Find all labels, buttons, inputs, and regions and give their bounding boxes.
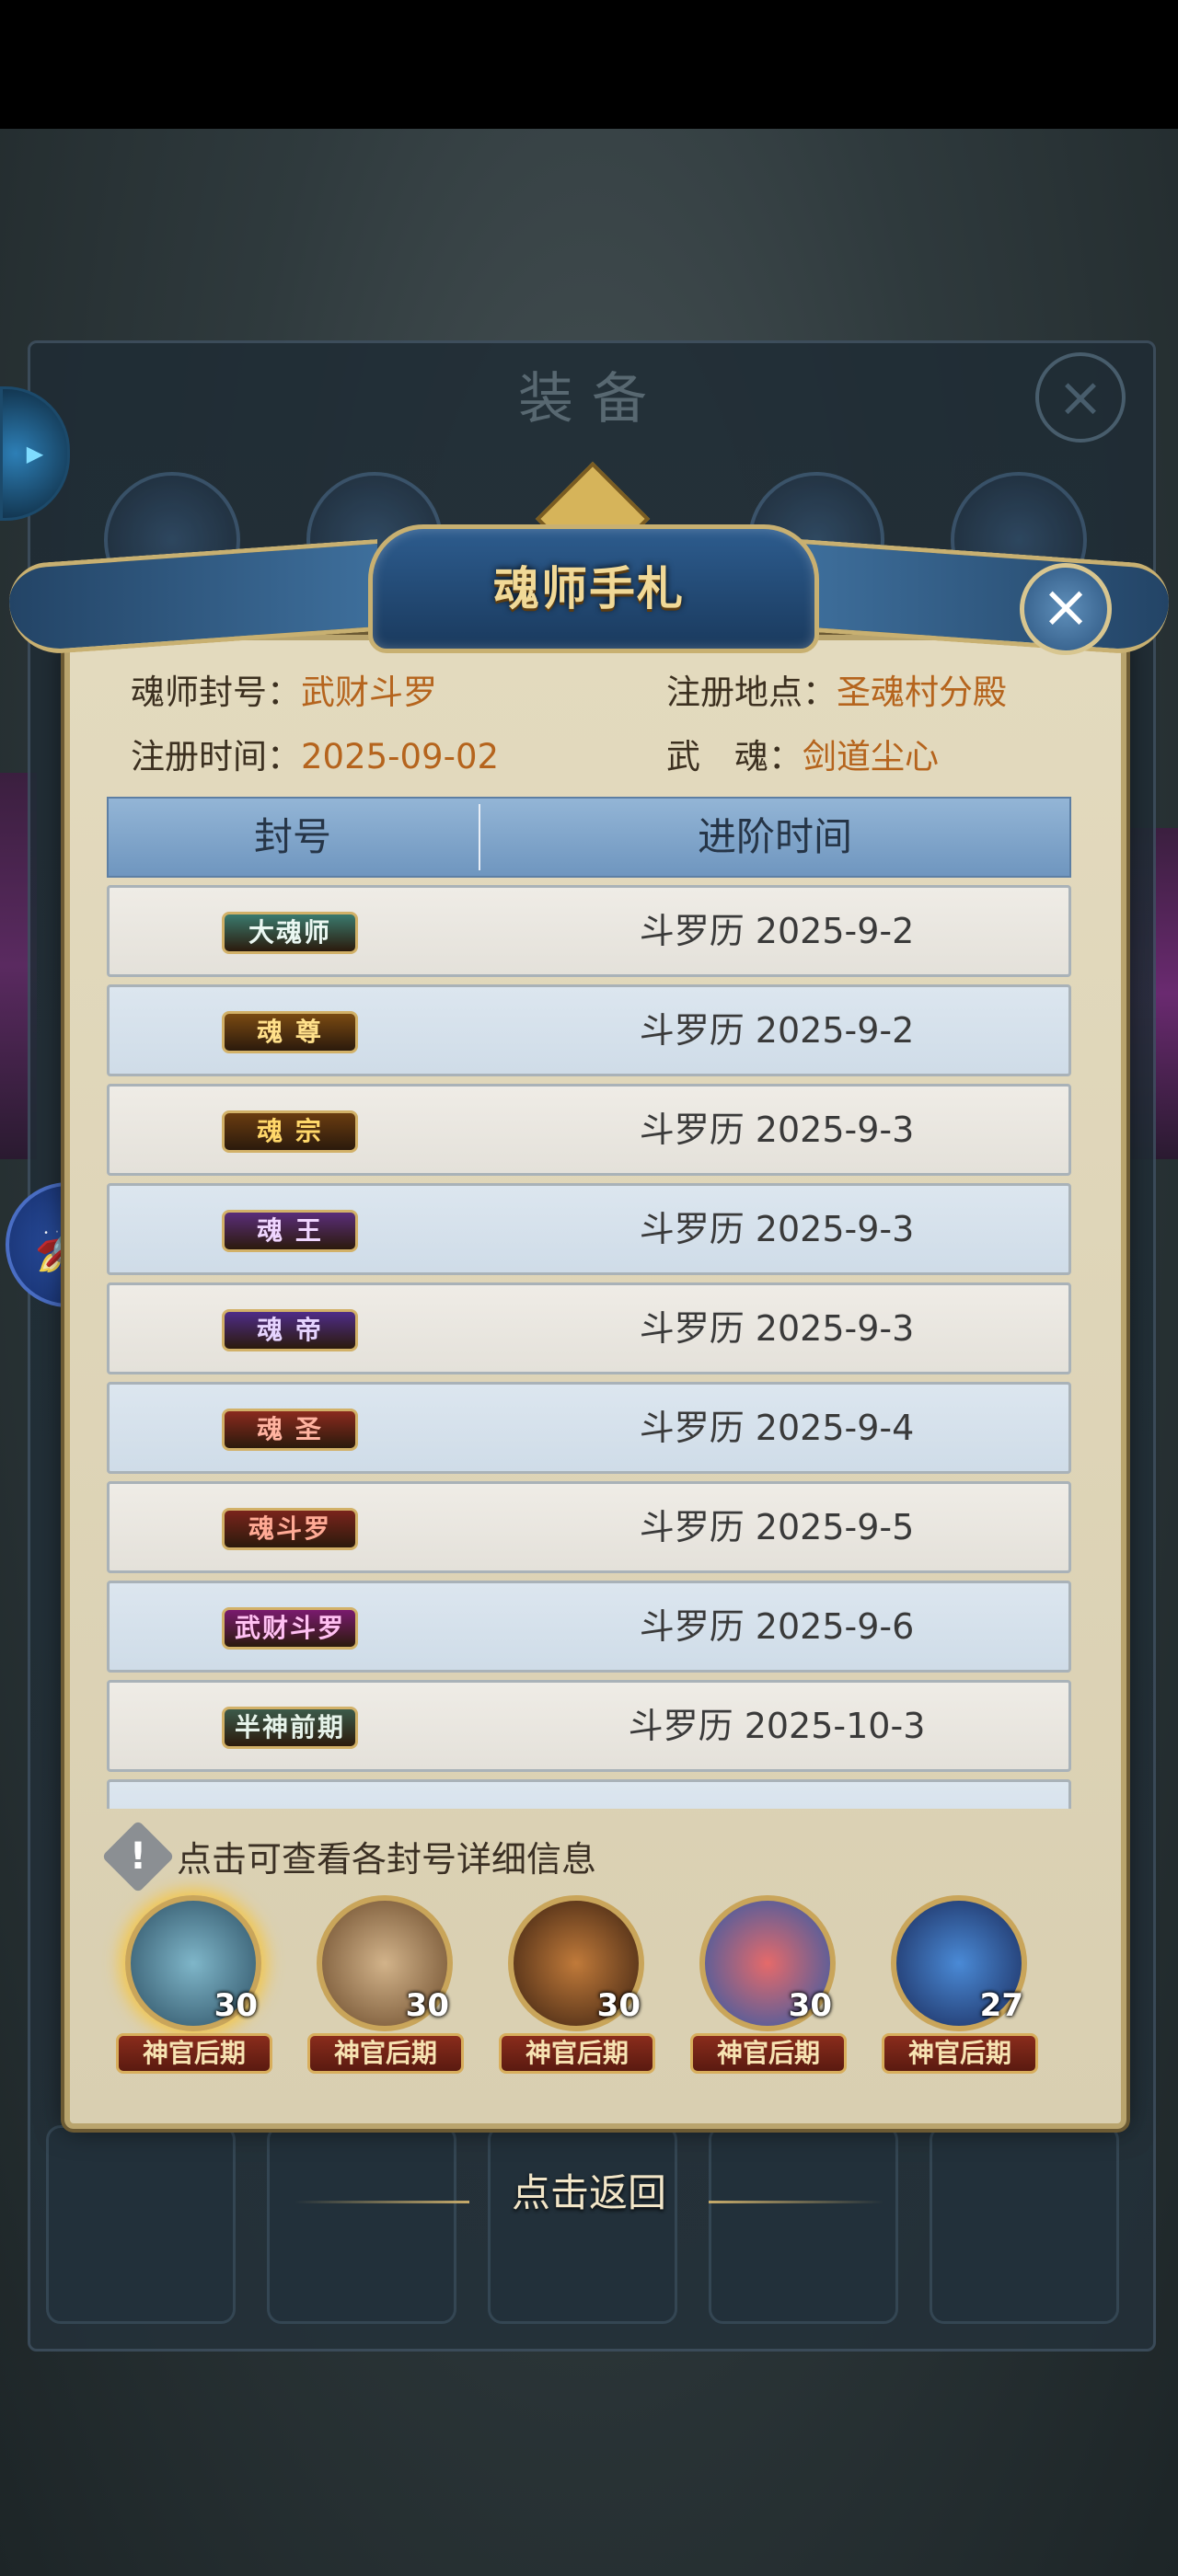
character-rank-tag: 神官后期	[882, 2033, 1038, 2074]
martial-soul-label: 武 魂：	[666, 737, 803, 776]
location-info: 注册地点：圣魂村分殿	[666, 664, 1007, 714]
dialog-title: 魂师手札	[493, 562, 685, 615]
character-card[interactable]: 27 神官后期	[882, 1895, 1038, 2079]
character-card[interactable]: 30 神官后期	[690, 1895, 847, 2079]
register-date-info: 注册时间：2025-09-02	[131, 729, 499, 778]
register-date-label: 注册时间：	[131, 737, 301, 776]
table-row[interactable]: 魂 王 斗罗历 2025-9-3	[107, 1183, 1071, 1275]
character-rank-tag: 神官后期	[307, 2033, 464, 2074]
advance-date: 斗罗历 2025-9-6	[639, 1606, 915, 1647]
table-row[interactable]: 魂 尊 斗罗历 2025-9-2	[107, 984, 1071, 1076]
background-nav-item	[488, 2125, 677, 2324]
close-button[interactable]: ×	[1020, 563, 1112, 655]
title-label: 魂师封号：	[131, 673, 301, 712]
register-date-value: 2025-09-02	[301, 737, 500, 776]
background-nav-item	[267, 2125, 456, 2324]
background-bottom-nav	[46, 2107, 1132, 2337]
character-card[interactable]: 30 神官后期	[116, 1895, 272, 2079]
title-badge[interactable]: 魂 宗	[222, 1110, 358, 1153]
martial-soul-info: 武 魂：剑道尘心	[666, 729, 939, 778]
exclamation-icon: !	[129, 1835, 147, 1878]
title-badge[interactable]: 魂 圣	[222, 1409, 358, 1451]
advance-date: 斗罗历 2025-10-3	[628, 1706, 926, 1746]
title-info: 魂师封号：武财斗罗	[131, 664, 437, 714]
title-badge[interactable]: 武财斗罗	[222, 1607, 358, 1650]
title-value: 武财斗罗	[301, 673, 437, 712]
status-bar	[0, 0, 1178, 129]
table-row[interactable]: 武财斗罗 斗罗历 2025-9-6	[107, 1581, 1071, 1673]
table-row[interactable]: 魂 宗 斗罗历 2025-9-3	[107, 1084, 1071, 1176]
table-row[interactable]: 魂 帝 斗罗历 2025-9-3	[107, 1282, 1071, 1374]
character-level: 30	[214, 1987, 258, 2024]
character-level: 30	[596, 1987, 641, 2024]
character-level: 30	[405, 1987, 449, 2024]
character-card[interactable]: 30 神官后期	[307, 1895, 464, 2079]
advance-date: 斗罗历 2025-9-2	[639, 911, 915, 951]
advance-date: 斗罗历 2025-9-5	[639, 1507, 915, 1547]
table-row[interactable]: 大魂师 斗罗历 2025-9-2	[107, 885, 1071, 977]
table-row[interactable]: 魂 圣 斗罗历 2025-9-4	[107, 1382, 1071, 1474]
title-badge[interactable]: 魂 帝	[222, 1309, 358, 1351]
advance-date: 斗罗历 2025-9-3	[639, 1110, 915, 1150]
title-badge[interactable]: 半神前期	[222, 1707, 358, 1749]
title-badge[interactable]: 魂斗罗	[222, 1508, 358, 1550]
background-nav-item	[46, 2125, 236, 2324]
hint-text: 点击可查看各封号详细信息	[177, 1839, 597, 1880]
table-header: 封号 进阶时间	[107, 797, 1071, 878]
advance-date: 斗罗历 2025-9-3	[639, 1308, 915, 1349]
character-card[interactable]: 30 神官后期	[499, 1895, 655, 2079]
table-row[interactable]: 魂斗罗 斗罗历 2025-9-5	[107, 1481, 1071, 1573]
character-rank-tag: 神官后期	[690, 2033, 847, 2074]
title-badge[interactable]: 魂 王	[222, 1210, 358, 1252]
title-progress-table[interactable]: 封号 进阶时间 大魂师 斗罗历 2025-9-2 魂 尊斗罗历 2025-9-2 魂 …	[107, 797, 1071, 1809]
character-rank-tag: 神官后期	[499, 2033, 655, 2074]
title-badge[interactable]: 魂 尊	[222, 1011, 358, 1053]
table-row[interactable]: 半神前期 斗罗历 2025-10-3	[107, 1680, 1071, 1772]
background-nav-item	[709, 2125, 898, 2324]
header-title: 封号	[253, 814, 331, 859]
advance-date: 斗罗历 2025-9-3	[639, 1209, 915, 1249]
background-close-icon: ×	[1035, 352, 1126, 443]
equipment-panel-title: 装备	[518, 367, 665, 431]
advance-date: 斗罗历 2025-9-2	[639, 1010, 915, 1051]
character-level: 27	[979, 1987, 1023, 2024]
character-level: 30	[788, 1987, 832, 2024]
advance-date: 斗罗历 2025-9-4	[639, 1408, 915, 1448]
header-advance-time: 进阶时间	[697, 814, 852, 859]
background-nav-item	[930, 2125, 1119, 2324]
table-row[interactable]	[107, 1779, 1071, 1809]
title-badge[interactable]: 大魂师	[222, 912, 358, 954]
location-label: 注册地点：	[666, 673, 837, 712]
return-button[interactable]: 点击返回	[0, 2162, 1178, 2218]
character-rank-tag: 神官后期	[116, 2033, 272, 2074]
martial-soul-value: 剑道尘心	[803, 737, 939, 776]
location-value: 圣魂村分殿	[837, 673, 1007, 712]
